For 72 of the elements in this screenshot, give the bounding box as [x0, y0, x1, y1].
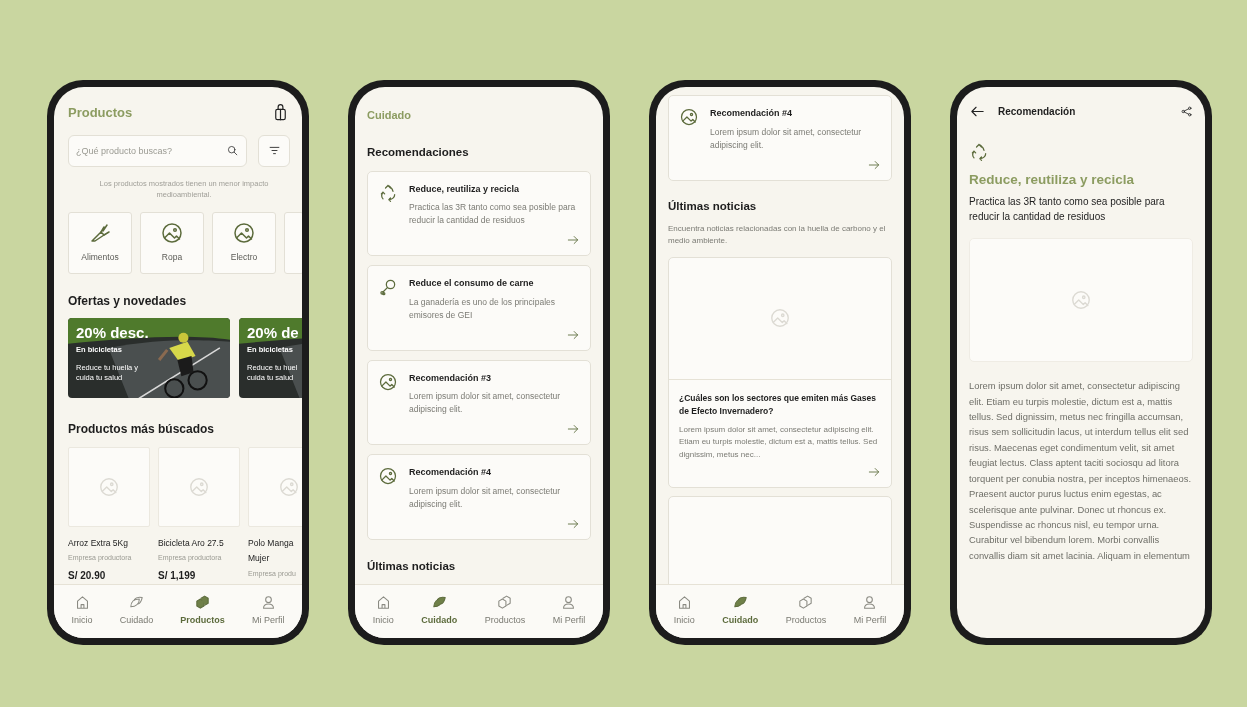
- screen-title: Productos: [68, 104, 133, 122]
- recommendation-card[interactable]: Recomendación #4 Lorem ipsum dolor sit amet, consectetur adipiscing elit.: [367, 454, 591, 540]
- product-name: Arroz Extra 5Kg: [68, 536, 129, 550]
- card-title: Recomendación #3: [409, 371, 493, 385]
- image-placeholder-icon: [188, 475, 210, 498]
- nav-tab[interactable]: Cuidado: [718, 594, 763, 628]
- recycle-icon: [969, 142, 989, 162]
- card-text: Lorem ipsum dolor sit amet, consectetur adipiscing elit.: [409, 390, 562, 417]
- product-price: S/ 20.90: [68, 568, 107, 583]
- nav-tab[interactable]: Inicio: [67, 594, 97, 628]
- boxes-icon: [194, 594, 212, 611]
- recycle-icon: [378, 182, 398, 203]
- image-placeholder-icon: [98, 475, 120, 498]
- card-title: Reduce el consumo de carne: [409, 277, 535, 291]
- search-field[interactable]: ¿Qué producto buscas?: [68, 134, 247, 167]
- category-card[interactable]: Ropa: [140, 211, 204, 274]
- card-text: Lorem ipsum dolor sit amet, consectetur adipiscing elit.: [409, 484, 562, 511]
- section-heading: Últimas noticias: [367, 558, 457, 574]
- product-name: Mujer: [248, 552, 271, 565]
- nav-tab[interactable]: Cuidado: [115, 594, 158, 628]
- nav-tab[interactable]: Productos: [480, 594, 530, 628]
- image-placeholder-icon: [1070, 289, 1092, 312]
- product-price: S/ 1,199: [158, 568, 197, 583]
- nav-tab[interactable]: Cuidado: [417, 594, 462, 628]
- body-text: Lorem ipsum dolor sit amet, consectetur adipiscing elit. Etiam eu turpis molestie, dictum est a, mattis tellus. Sed dignissim, metus nec fringilla accumsan, risus sem sollicitudin lacus, ut interdum tellus elit sed risus. Maecenas eget condimentum velit, sit amet feugiat lectus. Class aptent taciti sociosqu ad litora torquent per conubia nostra, per inceptos himenaeos. Praesent auctor purus luctus enim egestas, ac scelerisque ante pulvinar. Donec ut rhoncus ex. Suspendisse ac rhoncus nisl, eu tempor urna. Curabitur vel bibendum lorem. Morbi convallis convallis diam sit amet lacinia. Aliquam in elementum: [969, 379, 1192, 563]
- nav-tab[interactable]: Productos: [176, 594, 229, 628]
- image-placeholder-icon: [679, 107, 699, 127]
- section-heading: Últimas noticias: [668, 198, 758, 214]
- detail-subtitle: Practica las 3R tanto como sea posible para reducir la cantidad de residuos: [969, 195, 1166, 224]
- image-placeholder-icon: [378, 371, 398, 392]
- news-card[interactable]: [668, 256, 892, 489]
- image-placeholder-icon: [769, 307, 791, 330]
- offer-headline: 20% de: [247, 323, 300, 342]
- card-text: La ganadería es uno de los principales emisores de GEI: [409, 295, 557, 322]
- recommendation-card[interactable]: Recomendación #3 Lorem ipsum dolor sit amet, consectetur adipiscing elit.: [367, 359, 591, 446]
- category-card[interactable]: Alimentos: [68, 211, 132, 274]
- news-text: Lorem ipsum dolor sit amet, consectetur adipiscing elit. Etiam eu turpis molestie, dictum est a, mattis tellus. Sed dignissim, metus nec...: [679, 423, 879, 461]
- nav-tab[interactable]: Mi Perfil: [849, 594, 891, 628]
- card-title: Recomendación #4: [409, 466, 493, 480]
- nav-tab[interactable]: Mi Perfil: [548, 594, 590, 628]
- card-title: Recomendación #4: [710, 107, 794, 120]
- image-placeholder-icon: [278, 475, 300, 498]
- nav-tab[interactable]: Mi Perfil: [247, 594, 289, 628]
- recommendation-card[interactable]: Reduce, reutiliza y recicla Practica las 3R tanto como sea posible para reducir la cantidad de residuos: [367, 170, 591, 257]
- filter-button[interactable]: [258, 134, 290, 167]
- section-heading: Productos más búscados: [68, 420, 216, 438]
- nav-tab[interactable]: Productos: [781, 594, 831, 628]
- nav-tab[interactable]: Inicio: [669, 594, 699, 628]
- product-name: Polo Manga: [248, 536, 295, 550]
- section-intro: Encuentra noticias relacionadas con la huella de carbono y el medio ambiente.: [668, 222, 887, 248]
- offer-headline: 20% desc.: [76, 323, 150, 342]
- image-placeholder-icon: [378, 466, 398, 487]
- card-text: Lorem ipsum dolor sit amet, consectetur adipiscing elit.: [710, 125, 863, 152]
- screen-title: Cuidado: [367, 108, 412, 123]
- section-heading: Recomendaciones: [367, 144, 470, 160]
- boxes-icon: [797, 594, 815, 611]
- image-placeholder-icon: [160, 221, 184, 246]
- nav-tab[interactable]: Inicio: [368, 594, 398, 628]
- screen-title: Recomendación: [998, 105, 1077, 119]
- news-title: ¿Cuáles son los sectores que emiten más Gases de Efecto Invernadero?: [679, 391, 877, 418]
- recommendation-card[interactable]: Reduce el consumo de carne La ganadería es uno de los principales emisores de GEI: [367, 265, 591, 351]
- image-placeholder-icon: [232, 221, 256, 246]
- section-heading: Ofertas y novedades: [68, 292, 188, 310]
- recommendation-card[interactable]: Recomendación #4 Lorem ipsum dolor sit amet, consectetur adipiscing elit.: [668, 95, 892, 181]
- category-card[interactable]: Electro: [212, 211, 276, 274]
- share-icon[interactable]: [1180, 105, 1193, 118]
- card-title: Reduce, reutiliza y recicla: [409, 182, 521, 196]
- boxes-icon: [496, 594, 514, 611]
- product-name: Bicicleta Aro 27.5: [158, 536, 225, 550]
- card-text: Practica las 3R tanto como sea posible para reducir la cantidad de residuos: [409, 201, 577, 228]
- search-icon[interactable]: [226, 143, 239, 157]
- detail-title: Reduce, reutiliza y recicla: [969, 171, 1136, 189]
